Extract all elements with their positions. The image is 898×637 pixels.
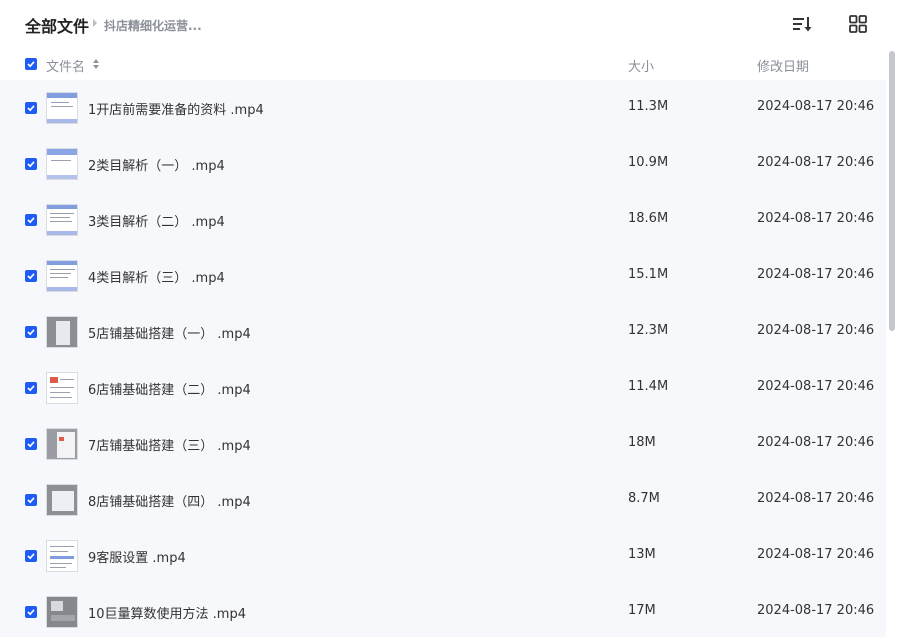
file-name[interactable]: 2类目解析（一） .mp4 (88, 155, 225, 174)
file-date: 2024-08-17 20:46 (757, 435, 875, 450)
video-thumbnail (46, 316, 78, 348)
file-row[interactable]: 6店铺基础搭建（二） .mp4 11.4M 2024-08-17 20:46 (0, 360, 886, 416)
file-name[interactable]: 7店铺基础搭建（三） .mp4 (88, 435, 251, 454)
file-size: 8.7M (628, 491, 660, 506)
sort-button[interactable] (790, 12, 814, 36)
checkmark-icon (27, 385, 35, 392)
file-list: 1开店前需要准备的资料 .mp4 11.3M 2024-08-17 20:46 … (0, 80, 886, 637)
video-thumbnail (46, 428, 78, 460)
file-name[interactable]: 9客服设置 .mp4 (88, 547, 186, 566)
file-row[interactable]: 4类目解析（三） .mp4 15.1M 2024-08-17 20:46 (0, 248, 886, 304)
video-thumbnail (46, 372, 78, 404)
column-modified-header[interactable]: 修改日期 (757, 56, 809, 75)
checkmark-icon (27, 497, 35, 504)
file-name[interactable]: 1开店前需要准备的资料 .mp4 (88, 99, 264, 118)
file-size: 18.6M (628, 211, 669, 226)
file-size: 17M (628, 603, 656, 618)
grid-view-button[interactable] (846, 12, 870, 36)
file-size: 15.1M (628, 267, 669, 282)
grid-view-icon (849, 15, 867, 33)
row-checkbox[interactable] (25, 326, 37, 338)
row-checkbox[interactable] (25, 102, 37, 114)
column-header: 文件名 大小 修改日期 (0, 48, 898, 80)
file-date: 2024-08-17 20:46 (757, 323, 875, 338)
column-size-header[interactable]: 大小 (628, 56, 654, 75)
file-size: 10.9M (628, 155, 669, 170)
scrollbar-thumb[interactable] (889, 51, 895, 331)
file-row[interactable]: 5店铺基础搭建（一） .mp4 12.3M 2024-08-17 20:46 (0, 304, 886, 360)
checkmark-icon (27, 441, 35, 448)
file-name[interactable]: 10巨量算数使用方法 .mp4 (88, 603, 246, 622)
row-checkbox[interactable] (25, 270, 37, 282)
video-thumbnail (46, 260, 78, 292)
row-checkbox[interactable] (25, 382, 37, 394)
checkmark-icon (27, 105, 35, 112)
file-name[interactable]: 4类目解析（三） .mp4 (88, 267, 225, 286)
video-thumbnail (46, 484, 78, 516)
file-row[interactable]: 10巨量算数使用方法 .mp4 17M 2024-08-17 20:46 (0, 584, 886, 637)
video-thumbnail (46, 204, 78, 236)
checkmark-icon (27, 61, 35, 68)
checkmark-icon (27, 609, 35, 616)
file-row[interactable]: 7店铺基础搭建（三） .mp4 18M 2024-08-17 20:46 (0, 416, 886, 472)
checkmark-icon (27, 553, 35, 560)
sort-list-icon (793, 17, 812, 32)
file-name[interactable]: 3类目解析（二） .mp4 (88, 211, 225, 230)
file-size: 13M (628, 547, 656, 562)
file-row[interactable]: 9客服设置 .mp4 13M 2024-08-17 20:46 (0, 528, 886, 584)
video-thumbnail (46, 540, 78, 572)
checkmark-icon (27, 329, 35, 336)
file-name[interactable]: 5店铺基础搭建（一） .mp4 (88, 323, 251, 342)
file-date: 2024-08-17 20:46 (757, 155, 875, 170)
file-date: 2024-08-17 20:46 (757, 211, 875, 226)
file-date: 2024-08-17 20:46 (757, 491, 875, 506)
video-thumbnail (46, 92, 78, 124)
sort-arrows-icon[interactable] (92, 58, 100, 70)
row-checkbox[interactable] (25, 158, 37, 170)
file-size: 18M (628, 435, 656, 450)
checkmark-icon (27, 217, 35, 224)
column-name-header[interactable]: 文件名 (46, 56, 85, 75)
file-name[interactable]: 6店铺基础搭建（二） .mp4 (88, 379, 251, 398)
video-thumbnail (46, 596, 78, 628)
breadcrumb-separator-icon (93, 19, 97, 27)
row-checkbox[interactable] (25, 214, 37, 226)
file-row[interactable]: 8店铺基础搭建（四） .mp4 8.7M 2024-08-17 20:46 (0, 472, 886, 528)
select-all-checkbox[interactable] (25, 58, 37, 70)
row-checkbox[interactable] (25, 494, 37, 506)
file-date: 2024-08-17 20:46 (757, 547, 875, 562)
file-size: 12.3M (628, 323, 669, 338)
row-checkbox[interactable] (25, 438, 37, 450)
file-date: 2024-08-17 20:46 (757, 603, 875, 618)
file-row[interactable]: 1开店前需要准备的资料 .mp4 11.3M 2024-08-17 20:46 (0, 80, 886, 136)
checkmark-icon (27, 273, 35, 280)
breadcrumb-current[interactable]: 抖店精细化运营... (104, 17, 202, 34)
file-size: 11.3M (628, 99, 669, 114)
checkmark-icon (27, 161, 35, 168)
file-date: 2024-08-17 20:46 (757, 379, 875, 394)
file-row[interactable]: 2类目解析（一） .mp4 10.9M 2024-08-17 20:46 (0, 136, 886, 192)
file-size: 11.4M (628, 379, 669, 394)
vertical-scrollbar[interactable] (886, 48, 898, 637)
row-checkbox[interactable] (25, 550, 37, 562)
top-bar: 全部文件 抖店精细化运营... (0, 0, 898, 48)
breadcrumb-root[interactable]: 全部文件 (25, 13, 89, 37)
file-date: 2024-08-17 20:46 (757, 267, 875, 282)
file-name[interactable]: 8店铺基础搭建（四） .mp4 (88, 491, 251, 510)
file-row[interactable]: 3类目解析（二） .mp4 18.6M 2024-08-17 20:46 (0, 192, 886, 248)
row-checkbox[interactable] (25, 606, 37, 618)
video-thumbnail (46, 148, 78, 180)
file-date: 2024-08-17 20:46 (757, 99, 875, 114)
